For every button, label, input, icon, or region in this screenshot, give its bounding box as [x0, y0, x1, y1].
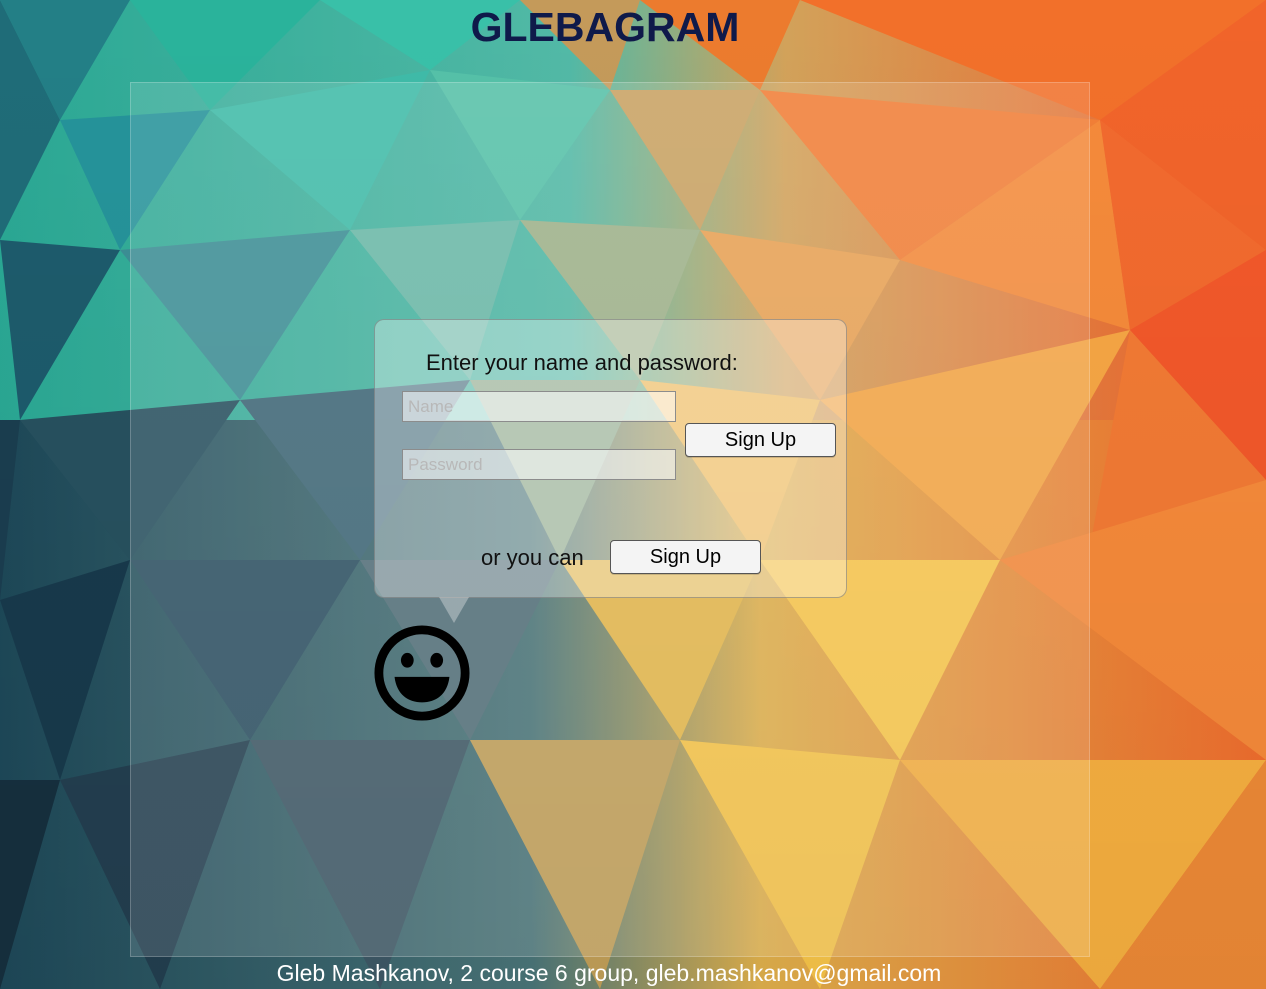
- sign-in-button[interactable]: Sign Up: [685, 423, 836, 457]
- speech-bubble-tail: [439, 597, 469, 623]
- smiley-face-icon: [374, 625, 470, 721]
- app-title: GLEBAGRAM: [470, 4, 740, 50]
- login-prompt: Enter your name and password:: [426, 350, 738, 375]
- name-input[interactable]: [402, 391, 676, 422]
- footer-credits: Gleb Mashkanov, 2 course 6 group, gleb.m…: [276, 960, 942, 986]
- page: GLEBAGRAM Enter your name and password: …: [0, 0, 1266, 989]
- or-you-can-label: or you can: [481, 545, 584, 570]
- password-input[interactable]: [402, 449, 676, 480]
- sign-up-button[interactable]: Sign Up: [610, 540, 761, 574]
